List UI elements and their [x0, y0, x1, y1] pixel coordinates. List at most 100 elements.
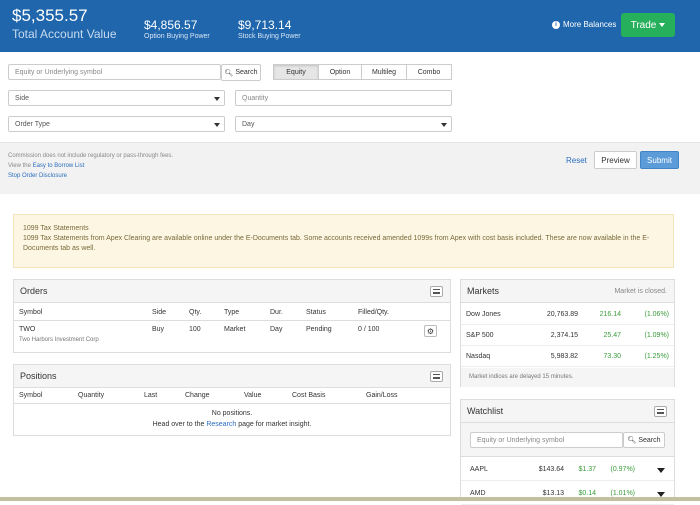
- easy-to-borrow-note: View the Easy to Borrow List: [8, 163, 84, 169]
- orders-title: Orders: [20, 286, 48, 296]
- tab-option[interactable]: Option: [318, 64, 362, 80]
- chevron-down-icon: [441, 123, 447, 127]
- order-type-value: Order Type: [15, 121, 50, 128]
- symbol-input[interactable]: Equity or Underlying symbol: [8, 64, 221, 80]
- view-prefix: View the: [8, 163, 33, 169]
- positions-col-cost-basis: Cost Basis: [292, 392, 326, 399]
- market-pct: (1.09%): [644, 332, 669, 339]
- more-balances-link[interactable]: i More Balances: [552, 20, 616, 29]
- submit-button[interactable]: Submit: [640, 151, 679, 169]
- market-row: S&P 500 2,374.15 25.47 (1.09%): [461, 325, 674, 346]
- market-name: S&P 500: [466, 332, 494, 339]
- tab-equity[interactable]: Equity: [273, 64, 319, 80]
- panel-toggle-icon[interactable]: [654, 406, 667, 417]
- panel-toggle-icon[interactable]: [430, 286, 443, 297]
- gear-icon[interactable]: ⚙: [424, 325, 437, 337]
- positions-col-value: Value: [244, 392, 262, 399]
- watchlist-symbol-input[interactable]: Equity or Underlying symbol: [470, 432, 623, 448]
- markets-footer: Market indices are delayed 15 minutes.: [461, 368, 674, 387]
- watch-price: $143.64: [538, 466, 564, 473]
- positions-col-quantity: Quantity: [78, 392, 105, 399]
- research-hint: Head over to the Research page for marke…: [14, 421, 450, 428]
- order-qty: 100: [189, 326, 201, 333]
- research-link[interactable]: Research: [206, 421, 236, 428]
- orders-col-filled: Filled/Qty.: [358, 309, 389, 316]
- search-icon: 🔍︎: [627, 437, 637, 444]
- positions-col-gain-loss: Gain/Loss: [366, 392, 398, 399]
- orders-col-side: Side: [152, 309, 167, 316]
- quantity-input[interactable]: Quantity: [235, 90, 452, 106]
- tab-combo[interactable]: Combo: [406, 64, 452, 80]
- watch-change: $0.14: [578, 490, 596, 497]
- hint-prefix: Head over to the: [152, 421, 207, 428]
- market-status: Market is closed.: [614, 288, 667, 295]
- watchlist-header: Watchlist: [461, 400, 674, 423]
- symbol-search-button[interactable]: 🔍︎ Search: [221, 64, 261, 81]
- market-value: 5,983.82: [550, 353, 578, 360]
- watchlist-row[interactable]: AMD $13.13 $0.14 (1.01%): [461, 484, 674, 505]
- markets-title: Markets: [467, 286, 500, 296]
- search-label: Search: [235, 69, 258, 76]
- orders-col-type: Type: [224, 309, 240, 316]
- order-status: Pending: [306, 326, 332, 333]
- market-change: 25.47: [603, 332, 621, 339]
- market-name: Dow Jones: [466, 311, 501, 318]
- positions-col-change: Change: [185, 392, 210, 399]
- tax-statement-alert: 1099 Tax Statements 1099 Tax Statements …: [13, 214, 674, 268]
- markets-header: Markets Market is closed.: [461, 280, 674, 303]
- chevron-down-icon[interactable]: [657, 468, 665, 473]
- reset-button[interactable]: Reset: [566, 156, 587, 165]
- delay-note: Market indices are delayed 15 minutes.: [469, 374, 574, 380]
- order-side: Buy: [152, 326, 165, 333]
- watchlist-search-button[interactable]: 🔍︎ Search: [623, 432, 665, 448]
- panel-toggle-icon[interactable]: [430, 371, 443, 382]
- order-type-select[interactable]: Order Type: [8, 116, 225, 132]
- order-company-name: Two Harbors Investment Corp: [19, 337, 99, 343]
- trade-label: Trade: [630, 19, 657, 31]
- markets-panel: Markets Market is closed. Dow Jones 20,7…: [460, 279, 675, 387]
- alert-body: 1099 Tax Statements from Apex Clearing a…: [23, 235, 650, 252]
- watchlist-title: Watchlist: [467, 406, 504, 416]
- watch-pct: (1.01%): [610, 490, 635, 497]
- chevron-down-icon: [214, 123, 220, 127]
- option-buying-power: $4,856.57: [144, 18, 198, 32]
- orders-panel: Orders Symbol Side Qty. Type Dur. Status…: [13, 279, 451, 353]
- order-type: Market: [224, 326, 246, 333]
- positions-col-last: Last: [144, 392, 158, 399]
- side-select-value: Side: [15, 95, 30, 102]
- positions-col-symbol: Symbol: [19, 392, 43, 399]
- tab-multileg[interactable]: Multileg: [361, 64, 407, 80]
- easy-to-borrow-link[interactable]: Easy to Borrow List: [33, 163, 85, 169]
- chevron-down-icon: [214, 97, 220, 101]
- orders-col-symbol: Symbol: [19, 309, 43, 316]
- watch-price: $13.13: [542, 490, 564, 497]
- search-icon: 🔍︎: [224, 69, 234, 77]
- market-change: 73.30: [603, 353, 621, 360]
- orders-col-dur: Dur.: [270, 309, 283, 316]
- watchlist-panel: Watchlist Equity or Underlying symbol 🔍︎…: [460, 399, 675, 505]
- orders-col-qty: Qty.: [189, 309, 202, 316]
- duration-value: Day: [242, 121, 255, 128]
- watch-symbol: AMD: [470, 490, 486, 497]
- side-select[interactable]: Side: [8, 90, 225, 106]
- market-value: 2,374.15: [550, 332, 578, 339]
- alert-title: 1099 Tax Statements: [23, 225, 89, 232]
- watch-pct: (0.97%): [610, 466, 635, 473]
- orders-col-status: Status: [306, 309, 326, 316]
- watch-change: $1.37: [578, 466, 596, 473]
- divider: [14, 403, 450, 404]
- account-header: $5,355.57 Total Account Value $4,856.57 …: [0, 0, 700, 52]
- total-account-value: $5,355.57: [12, 6, 88, 25]
- stop-order-disclosure-link[interactable]: Stop Order Disclosure: [8, 173, 67, 179]
- search-label: Search: [638, 436, 661, 444]
- duration-select[interactable]: Day: [235, 116, 452, 132]
- watchlist-row[interactable]: AAPL $143.64 $1.37 (0.97%): [461, 460, 674, 481]
- preview-button[interactable]: Preview: [594, 151, 637, 169]
- positions-header: Positions: [14, 365, 450, 388]
- caret-down-icon: [659, 23, 666, 27]
- market-value: 20,763.89: [546, 311, 578, 318]
- more-balances-label: More Balances: [563, 20, 617, 29]
- no-positions-text: No positions.: [211, 410, 253, 417]
- trade-button[interactable]: Trade: [621, 13, 675, 37]
- watch-symbol: AAPL: [470, 466, 488, 473]
